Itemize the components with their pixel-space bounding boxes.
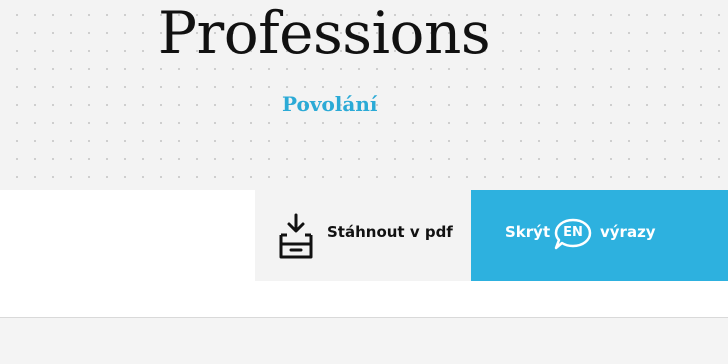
download-pdf-label: Stáhnout v pdf <box>327 223 453 241</box>
page-title: Professions <box>158 0 491 67</box>
download-tray-icon <box>279 213 313 259</box>
page-subtitle: Povolání <box>282 92 378 116</box>
en-badge: EN <box>553 217 595 251</box>
action-bar-spacer <box>0 190 255 281</box>
en-badge-label: EN <box>563 225 583 240</box>
content-area <box>0 318 728 364</box>
hide-english-label-before: Skrýt <box>505 223 551 241</box>
action-bar: Stáhnout v pdf Skrýt EN výrazy <box>0 190 728 281</box>
hero-section: Professions Povolání <box>0 0 728 190</box>
download-pdf-button[interactable]: Stáhnout v pdf <box>255 190 471 281</box>
hide-english-label-after: výrazy <box>600 223 656 241</box>
hide-english-terms-button[interactable]: Skrýt EN výrazy <box>471 190 728 281</box>
